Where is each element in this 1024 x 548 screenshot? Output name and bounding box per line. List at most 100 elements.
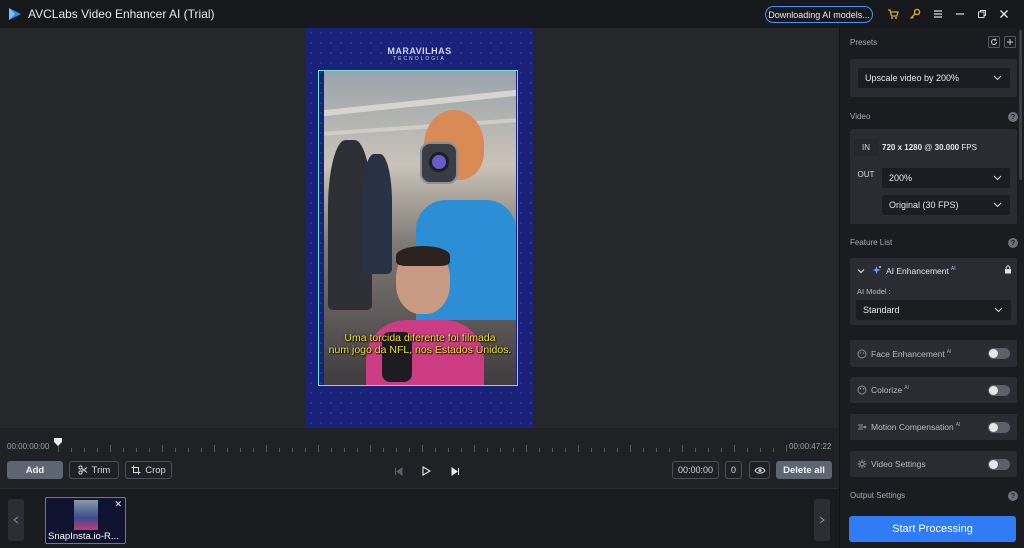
motion-icon	[858, 424, 867, 430]
start-processing-button[interactable]: Start Processing	[849, 516, 1016, 542]
video-settings-toggle[interactable]	[988, 459, 1010, 470]
timeline-tick	[474, 445, 475, 452]
ai-enhancement-icon	[872, 266, 881, 274]
add-button[interactable]: Add	[7, 461, 63, 479]
crop-label: Crop	[145, 464, 166, 476]
ai-model-select[interactable]: Standard	[856, 300, 1011, 320]
current-time-field[interactable]: 00:00:00	[672, 461, 719, 479]
app-logo-icon	[9, 8, 21, 20]
eye-icon	[753, 466, 766, 474]
playhead-icon[interactable]	[53, 437, 63, 447]
presets-title: Presets	[850, 38, 878, 47]
input-fps: 30.000	[934, 143, 960, 152]
preview-toggle-button[interactable]	[749, 461, 770, 479]
timeline-tick	[110, 445, 111, 452]
timeline-tick	[396, 448, 397, 452]
add-label: Add	[25, 464, 45, 476]
media-thumbnail[interactable]: ✕ SnapInsta.io-R...	[45, 497, 126, 544]
timeline-tick	[448, 448, 449, 452]
output-fps-select[interactable]: Original (30 FPS)	[882, 195, 1010, 215]
robot-lens	[429, 152, 449, 172]
face-enhancement-label: Face Enhancement AI	[871, 349, 951, 359]
man-hair	[396, 246, 450, 266]
timeline-tick	[331, 448, 332, 452]
preview-area: MARAVILHAS TECNOLOGIA Uma torcida difere…	[0, 28, 839, 428]
timeline-tick	[487, 448, 488, 452]
remove-media-icon[interactable]: ✕	[114, 499, 122, 510]
preset-select[interactable]: Upscale video by 200%	[858, 68, 1010, 88]
face-enhancement-toggle[interactable]	[988, 348, 1010, 359]
timeline-tick	[136, 448, 137, 452]
timeline-tick	[734, 445, 735, 452]
watermark-subtext: TECNOLOGIA	[393, 56, 446, 62]
panel-scrollbar[interactable]	[1019, 30, 1022, 180]
timeline-tick	[422, 445, 423, 452]
chevron-down-icon	[993, 75, 1002, 81]
timeline-tick	[747, 448, 748, 452]
add-preset-button[interactable]	[1004, 36, 1016, 48]
video-help-icon[interactable]: ?	[1008, 112, 1018, 122]
chevron-down-icon[interactable]	[857, 267, 865, 275]
output-scale-select[interactable]: 200%	[882, 168, 1010, 188]
crop-button[interactable]: Crop	[125, 461, 172, 479]
chevron-down-icon	[994, 307, 1003, 313]
input-info: 720 x 1280 @ 30.000 FPS	[882, 143, 977, 152]
timeline-tick	[513, 448, 514, 452]
thumbnail-label: SnapInsta.io-R...	[48, 531, 119, 542]
timeline-tick	[344, 448, 345, 452]
timeline-tick	[305, 448, 306, 452]
motion-compensation-toggle[interactable]	[988, 422, 1010, 433]
timeline-tick	[227, 448, 228, 452]
ai-tag: AI	[955, 422, 961, 429]
timeline-tick	[123, 448, 124, 452]
key-icon[interactable]	[907, 6, 923, 22]
colorize-label: Colorize AI	[871, 385, 909, 395]
motion-compensation-text: Motion Compensation	[871, 422, 954, 432]
skip-back-icon[interactable]	[391, 464, 405, 478]
in-label: IN	[854, 139, 878, 156]
chevron-down-icon	[993, 175, 1002, 181]
thumbnail-image	[74, 500, 98, 530]
timeline-track[interactable]	[58, 444, 787, 452]
minimize-icon[interactable]	[952, 6, 968, 22]
refresh-preset-button[interactable]	[988, 36, 1000, 48]
colorize-card: Colorize AI	[850, 377, 1017, 403]
delete-all-button[interactable]: Delete all	[776, 461, 832, 479]
trim-button[interactable]: Trim	[69, 461, 119, 479]
timeline-tick	[721, 448, 722, 452]
ai-tag: AI	[904, 385, 909, 392]
timeline[interactable]: 00:00:00:00 00:00:47:22	[0, 428, 839, 454]
media-bar: ✕ SnapInsta.io-R...	[0, 488, 839, 548]
video-preview: MARAVILHAS TECNOLOGIA Uma torcida difere…	[306, 28, 533, 428]
timeline-tick	[149, 448, 150, 452]
scroll-left-button[interactable]	[8, 499, 24, 541]
ai-tag: AI	[946, 349, 952, 356]
colorize-toggle[interactable]	[988, 385, 1010, 396]
trim-label: Trim	[91, 464, 111, 476]
restore-icon[interactable]	[974, 6, 990, 22]
controls-bar: Add Trim Crop 00:00:00 0 Delete all	[0, 454, 839, 488]
frame-field[interactable]: 0	[725, 461, 742, 479]
scroll-right-button[interactable]	[814, 499, 830, 541]
timeline-tick	[253, 448, 254, 452]
cart-icon[interactable]	[885, 6, 901, 22]
timeline-tick	[695, 448, 696, 452]
video-watermark: MARAVILHAS TECNOLOGIA	[306, 46, 533, 62]
ai-enhancement-label: AI Enhancement AI	[886, 266, 956, 276]
ceiling-beam	[324, 118, 516, 136]
refresh-icon	[991, 38, 997, 45]
menu-icon[interactable]	[930, 6, 946, 22]
feature-help-icon[interactable]: ?	[1008, 238, 1018, 248]
close-icon[interactable]	[996, 6, 1012, 22]
caption-line: Uma torcida diferente foi filmada	[344, 332, 496, 344]
timeline-tick	[409, 448, 410, 452]
play-icon[interactable]	[419, 464, 433, 478]
timeline-tick	[84, 448, 85, 452]
input-resolution: 720 x 1280	[882, 143, 923, 152]
timeline-tick	[461, 448, 462, 452]
timeline-tick	[669, 448, 670, 452]
downloading-models-button[interactable]: Downloading AI models...	[765, 6, 873, 23]
skip-forward-icon[interactable]	[448, 464, 462, 478]
output-help-icon[interactable]: ?	[1008, 491, 1018, 501]
ai-tag: AI	[950, 266, 956, 273]
